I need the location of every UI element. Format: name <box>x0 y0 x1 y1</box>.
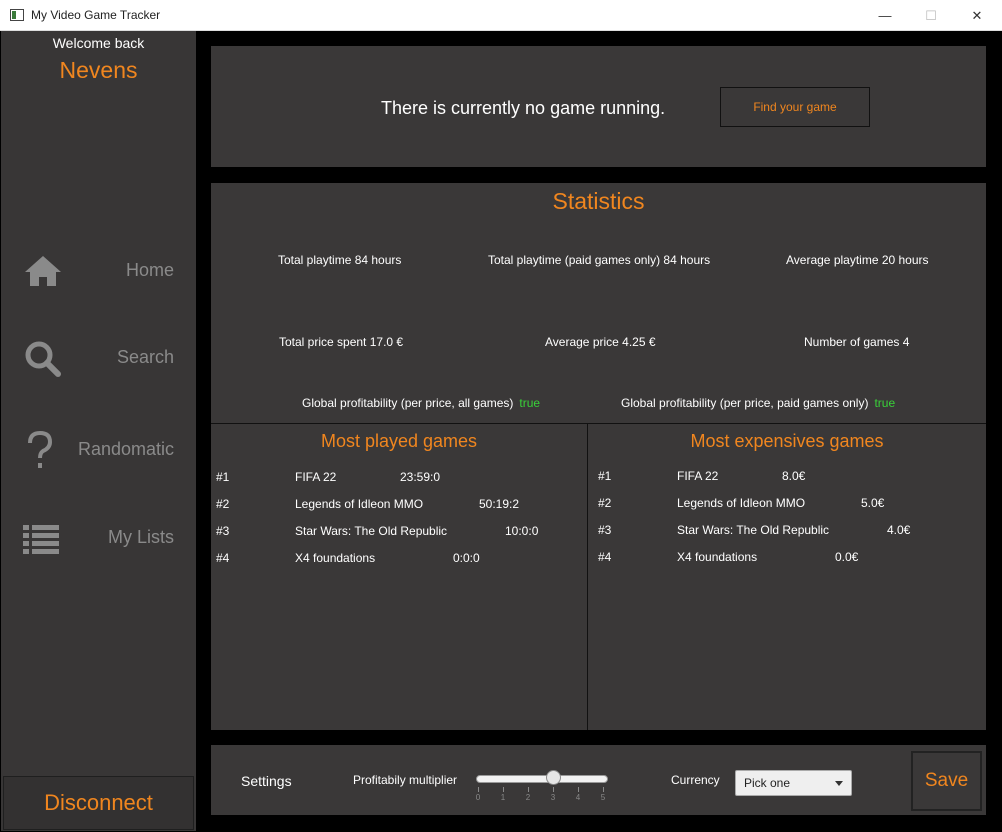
welcome-text: Welcome back <box>52 35 145 51</box>
total-price: Total price spent 17.0 € <box>279 335 404 349</box>
list-item: #3 Star Wars: The Old Republic 4.0€ <box>598 523 978 539</box>
global-profitability-paid: Global profitability (per price, paid ga… <box>621 396 895 410</box>
slider-tick-label: 1 <box>500 793 506 802</box>
sidebar-item-my-lists[interactable]: My Lists <box>1 507 196 567</box>
sidebar: Welcome back Nevens Home Search Randomat… <box>1 31 196 831</box>
currency-select[interactable]: Pick one <box>735 770 852 796</box>
sidebar-item-home[interactable]: Home <box>1 240 196 300</box>
average-price: Average price 4.25 € <box>545 335 656 349</box>
sidebar-item-randomatic[interactable]: Randomatic <box>1 419 196 479</box>
price: 5.0€ <box>861 496 885 510</box>
divider <box>211 423 986 424</box>
number-of-games: Number of games 4 <box>804 335 910 349</box>
settings-bar: Settings Profitabily multiplier 0 1 2 3 … <box>211 745 986 815</box>
rank: #2 <box>598 496 612 510</box>
search-icon <box>25 341 61 377</box>
most-played-title: Most played games <box>320 431 478 451</box>
slider-tick <box>478 787 479 792</box>
global-profitability-all-value: true <box>519 396 541 410</box>
list-item: #4 X4 foundations 0.0€ <box>598 550 978 566</box>
rank: #2 <box>216 497 230 511</box>
sidebar-item-search[interactable]: Search <box>1 327 196 387</box>
slider-tick-label: 3 <box>550 793 556 802</box>
sidebar-item-label: My Lists <box>107 527 174 547</box>
find-game-button[interactable]: Find your game <box>720 87 870 127</box>
game-name: Legends of Idleon MMO <box>295 497 424 511</box>
multiplier-slider[interactable]: 0 1 2 3 4 5 <box>476 769 608 809</box>
minimize-button[interactable]: — <box>862 0 908 31</box>
slider-track[interactable] <box>476 775 608 783</box>
slider-tick-label: 2 <box>525 793 531 802</box>
list-item: #1 FIFA 22 8.0€ <box>598 469 978 485</box>
price: 0.0€ <box>835 550 859 564</box>
game-name: X4 foundations <box>677 550 758 564</box>
global-profitability-all-label: Global profitability (per price, all gam… <box>302 396 514 410</box>
app-icon <box>10 9 24 21</box>
title-bar: My Video Game Tracker — ☐ ✕ <box>0 0 1002 31</box>
multiplier-label: Profitabily multiplier <box>353 773 458 787</box>
price: 4.0€ <box>887 523 911 537</box>
statistics-title: Statistics <box>552 188 645 214</box>
running-game-panel: There is currently no game running. Find… <box>211 46 986 167</box>
total-playtime-paid: Total playtime (paid games only) 84 hour… <box>488 253 711 267</box>
rank: #3 <box>598 523 612 537</box>
list-item: #2 Legends of Idleon MMO 5.0€ <box>598 496 978 512</box>
slider-tick <box>528 787 529 792</box>
global-profitability-all: Global profitability (per price, all gam… <box>302 396 540 410</box>
slider-tick <box>603 787 604 792</box>
most-expensive-title: Most expensives games <box>690 431 884 451</box>
maximize-button[interactable]: ☐ <box>908 0 954 31</box>
settings-label: Settings <box>241 773 292 789</box>
list-item: #1 FIFA 22 23:59:0 <box>216 470 576 486</box>
chevron-down-icon <box>835 781 843 786</box>
currency-select-value: Pick one <box>744 776 791 790</box>
sidebar-item-label: Randomatic <box>77 439 174 459</box>
average-playtime: Average playtime 20 hours <box>786 253 929 267</box>
rank: #1 <box>598 469 612 483</box>
list-item: #4 X4 foundations 0:0:0 <box>216 551 576 567</box>
game-name: Star Wars: The Old Republic <box>295 524 448 538</box>
slider-tick <box>503 787 504 792</box>
rank: #1 <box>216 470 230 484</box>
slider-tick-label: 5 <box>600 793 606 802</box>
slider-thumb[interactable] <box>545 770 561 785</box>
price: 8.0€ <box>782 469 806 483</box>
rank: #4 <box>216 551 230 565</box>
game-name: X4 foundations <box>295 551 376 565</box>
sidebar-item-label: Search <box>116 347 174 367</box>
global-profitability-paid-value: true <box>874 396 896 410</box>
list-item: #3 Star Wars: The Old Republic 10:0:0 <box>216 524 576 540</box>
no-game-message: There is currently no game running. <box>381 98 666 118</box>
slider-tick <box>553 787 554 792</box>
currency-label: Currency <box>671 773 720 787</box>
username: Nevens <box>59 57 138 83</box>
playtime: 0:0:0 <box>453 551 480 565</box>
statistics-panel: Statistics Total playtime 84 hours Total… <box>211 183 986 730</box>
list-item: #2 Legends of Idleon MMO 50:19:2 <box>216 497 576 513</box>
game-name: Star Wars: The Old Republic <box>677 523 830 537</box>
rank: #4 <box>598 550 612 564</box>
disconnect-button[interactable]: Disconnect <box>3 776 194 830</box>
sidebar-item-label: Home <box>125 260 174 280</box>
list-icon <box>23 525 59 554</box>
slider-tick <box>578 787 579 792</box>
rank: #3 <box>216 524 230 538</box>
playtime: 23:59:0 <box>400 470 441 484</box>
slider-tick-label: 4 <box>575 793 581 802</box>
close-button[interactable]: ✕ <box>954 0 1000 31</box>
save-button[interactable]: Save <box>911 751 982 811</box>
window-title: My Video Game Tracker <box>31 8 161 22</box>
question-icon <box>28 431 53 468</box>
playtime: 10:0:0 <box>505 524 539 538</box>
divider <box>587 423 588 730</box>
home-icon <box>25 256 61 286</box>
playtime: 50:19:2 <box>479 497 520 511</box>
global-profitability-paid-label: Global profitability (per price, paid ga… <box>621 396 869 410</box>
slider-tick-label: 0 <box>475 793 481 802</box>
game-name: FIFA 22 <box>677 469 719 483</box>
total-playtime: Total playtime 84 hours <box>278 253 402 267</box>
game-name: FIFA 22 <box>295 470 337 484</box>
game-name: Legends of Idleon MMO <box>677 496 806 510</box>
